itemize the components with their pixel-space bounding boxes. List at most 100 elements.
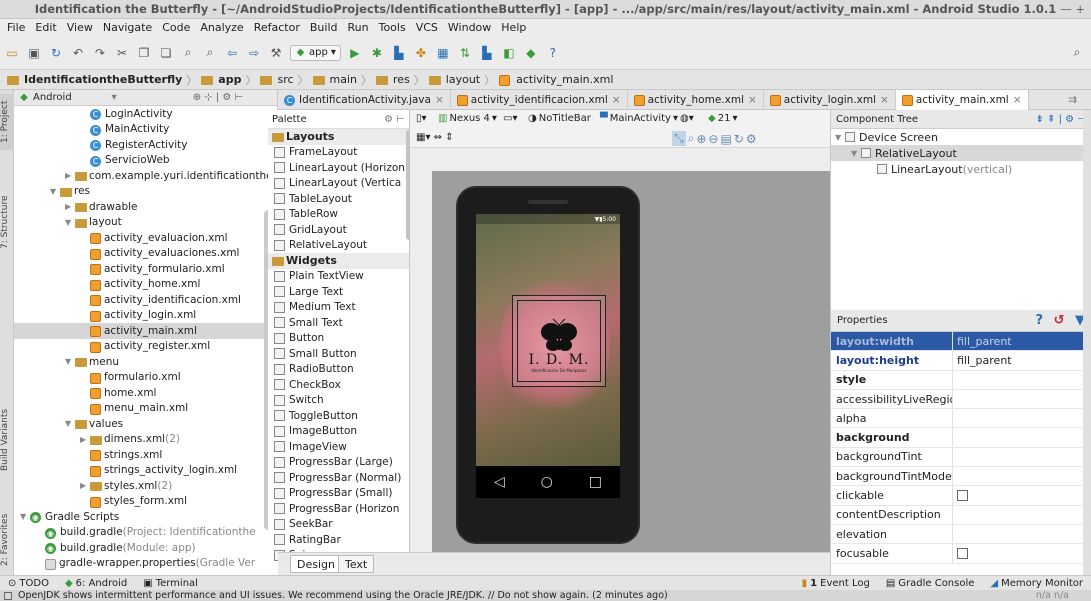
tree-actions-icon[interactable]: ⇟ ⇞ | ⚙ ⊣ <box>1035 114 1086 125</box>
search-everywhere-icon[interactable]: ⌕ <box>1069 45 1085 61</box>
back-icon[interactable]: ⇦ <box>224 45 240 61</box>
tree-item-gradle-wrapper-properties[interactable]: gradle-wrapper.properties (Gradle Ver <box>14 556 277 572</box>
tree-item-layout[interactable]: ▼ layout <box>14 215 277 231</box>
breadcrumb-item[interactable]: src <box>257 73 296 86</box>
palette-item-linearlayout-horizon[interactable]: LinearLayout (Horizon <box>268 160 409 176</box>
palette-settings-icon[interactable]: ⚙ ⊢ <box>384 114 405 125</box>
run-config-dropdown[interactable]: ◆ app ▾ <box>290 44 341 61</box>
palette-item-linearlayout-vertica[interactable]: LinearLayout (Vertica <box>268 176 409 192</box>
zoom-in-icon[interactable]: ⊕ <box>696 132 706 146</box>
menu-refactor[interactable]: Refactor <box>249 21 305 34</box>
tree-item-mainactivity[interactable]: C MainActivity <box>14 122 277 138</box>
tree-item-gradle-scripts[interactable]: ▼ ◉ Gradle Scripts <box>14 509 277 525</box>
palette-item-gridlayout[interactable]: GridLayout <box>268 222 409 238</box>
menu-run[interactable]: Run <box>343 21 374 34</box>
menu-navigate[interactable]: Navigate <box>98 21 157 34</box>
expand-right-icon[interactable]: ▶ <box>65 202 75 211</box>
property-accessibilityliveregic[interactable]: accessibilityLiveRegic <box>831 389 1091 410</box>
property-background[interactable]: background <box>831 428 1091 448</box>
expand-down-icon[interactable]: ▼ <box>65 218 75 227</box>
checkbox[interactable] <box>957 547 968 559</box>
settings-icon[interactable]: ⚙ <box>746 132 757 146</box>
undo-icon[interactable]: ↶ <box>70 45 86 61</box>
attach-debugger-icon[interactable]: ▙ <box>391 45 407 61</box>
breadcrumb-item[interactable]: main <box>310 73 360 86</box>
breadcrumb-item[interactable]: activity_main.xml <box>496 73 616 86</box>
zoom-fit-icon[interactable]: ⤡ <box>672 131 686 146</box>
palette-item-tablelayout[interactable]: TableLayout <box>268 191 409 207</box>
project-structure-icon[interactable]: ▦ <box>435 45 451 61</box>
breadcrumb-item[interactable]: IdentificationtheButterfly <box>4 73 185 86</box>
palette-item-progressbar-large[interactable]: ProgressBar (Large) <box>268 455 409 471</box>
menu-vcs[interactable]: VCS <box>411 21 443 34</box>
close-icon[interactable]: × <box>748 94 757 106</box>
menu-view[interactable]: View <box>62 21 98 34</box>
tab-activity-identificacion-xml[interactable]: activity_identificacion.xml × <box>451 89 628 110</box>
tree-item-loginactivity[interactable]: C LoginActivity <box>14 106 277 122</box>
tab-identificationactivity-java[interactable]: C IdentificationActivity.java × <box>278 89 451 110</box>
property-clickable[interactable]: clickable <box>831 486 1091 506</box>
tree-item-activity-login-xml[interactable]: activity_login.xml <box>14 308 277 324</box>
menu-build[interactable]: Build <box>305 21 343 34</box>
tree-item-styles-xml[interactable]: ▶ styles.xml (2) <box>14 478 277 494</box>
help-icon[interactable]: ? <box>545 45 561 61</box>
tree-item-activity-formulario-xml[interactable]: activity_formulario.xml <box>14 261 277 277</box>
property-value-cell[interactable] <box>953 506 1091 524</box>
locale-dropdown[interactable]: ◍▾ <box>680 113 694 124</box>
property-layout-width[interactable]: layout:width fill_parent <box>831 332 1091 352</box>
palette-group-widgets[interactable]: Widgets <box>268 253 409 269</box>
tree-item-build-gradle[interactable]: ◉ build.gradle (Project: Identificationth… <box>14 525 277 541</box>
android-tool-button[interactable]: ◆ 6: Android <box>57 578 135 589</box>
property-value-cell[interactable] <box>953 525 1091 543</box>
tab-activity-home-xml[interactable]: activity_home.xml × <box>628 89 764 110</box>
zoom-controls[interactable]: ⤡ ⌕ ⊕ ⊖ ▤ ↻ ⚙ <box>672 131 757 146</box>
expand-right-icon[interactable]: ▶ <box>65 171 75 180</box>
tree-item-com-example-yuri-identificationthel[interactable]: ▶ com.example.yuri.identificationthel <box>14 168 277 184</box>
menu-window[interactable]: Window <box>443 21 496 34</box>
property-value-cell[interactable] <box>953 390 1091 408</box>
text-tab[interactable]: Text <box>338 555 375 573</box>
tree-item-menu-main-xml[interactable]: menu_main.xml <box>14 401 277 417</box>
expand-down-icon[interactable]: ▼ <box>65 357 75 366</box>
breadcrumb-item[interactable]: res <box>373 73 413 86</box>
help-icon[interactable]: ? <box>1035 313 1043 328</box>
palette-item-button[interactable]: Button <box>268 331 409 347</box>
open-folder-icon[interactable]: ▭ <box>4 45 20 61</box>
tree-item-activity-home-xml[interactable]: activity_home.xml <box>14 277 277 293</box>
replace-icon[interactable]: ⌕ <box>202 45 218 61</box>
property-value-cell[interactable] <box>953 544 1091 562</box>
property-value-cell[interactable] <box>953 428 1091 446</box>
expand-right-icon[interactable]: ▶ <box>80 435 90 444</box>
property-value-cell[interactable] <box>953 409 1091 427</box>
property-value-cell[interactable] <box>953 467 1091 485</box>
property-backgroundtintmode[interactable]: backgroundTintMode <box>831 467 1091 487</box>
tree-item-build-gradle[interactable]: ◉ build.gradle (Module: app) <box>14 540 277 556</box>
sync-scroll-icon[interactable]: ⊕ ⊹ | ⚙ ⊢ <box>193 92 244 103</box>
run-icon[interactable]: ▶ <box>347 45 363 61</box>
design-tab[interactable]: Design <box>290 555 342 573</box>
tree-item-formulario-xml[interactable]: formulario.xml <box>14 370 277 386</box>
menu-help[interactable]: Help <box>496 21 531 34</box>
property-value-cell[interactable]: fill_parent <box>953 351 1091 369</box>
tree-item-values[interactable]: ▼ values <box>14 416 277 432</box>
expand-down-icon[interactable]: ▼ <box>65 419 75 428</box>
expand-down-icon[interactable]: ▼ <box>20 512 30 521</box>
debug-icon[interactable]: ✱ <box>369 45 385 61</box>
close-icon[interactable]: × <box>435 94 444 106</box>
zoom-out-icon[interactable]: ⊖ <box>708 132 718 146</box>
menu-edit[interactable]: Edit <box>30 21 61 34</box>
window-controls[interactable]: — + <box>1060 2 1085 16</box>
api-dropdown[interactable]: ◆ 21 ▾ <box>708 113 737 124</box>
terminal-tool-button[interactable]: ▣ Terminal <box>135 578 206 589</box>
tree-item-activity-identificacion-xml[interactable]: activity_identificacion.xml <box>14 292 277 308</box>
chevron-down-icon[interactable]: ▾ <box>112 92 117 103</box>
component-relativelayout[interactable]: ▼ RelativeLayout <box>831 145 1091 161</box>
recents-nav-icon[interactable]: □ <box>589 474 602 490</box>
tab-activity-login-xml[interactable]: activity_login.xml × <box>764 89 896 110</box>
screenshot-icon[interactable]: ▤ <box>720 132 731 146</box>
tree-item-activity-register-xml[interactable]: activity_register.xml <box>14 339 277 355</box>
back-nav-icon[interactable]: ◁ <box>494 474 505 490</box>
tree-item-res[interactable]: ▼ res <box>14 184 277 200</box>
tree-item-styles-form-xml[interactable]: styles_form.xml <box>14 494 277 510</box>
tree-item-activity-evaluacion-xml[interactable]: activity_evaluacion.xml <box>14 230 277 246</box>
